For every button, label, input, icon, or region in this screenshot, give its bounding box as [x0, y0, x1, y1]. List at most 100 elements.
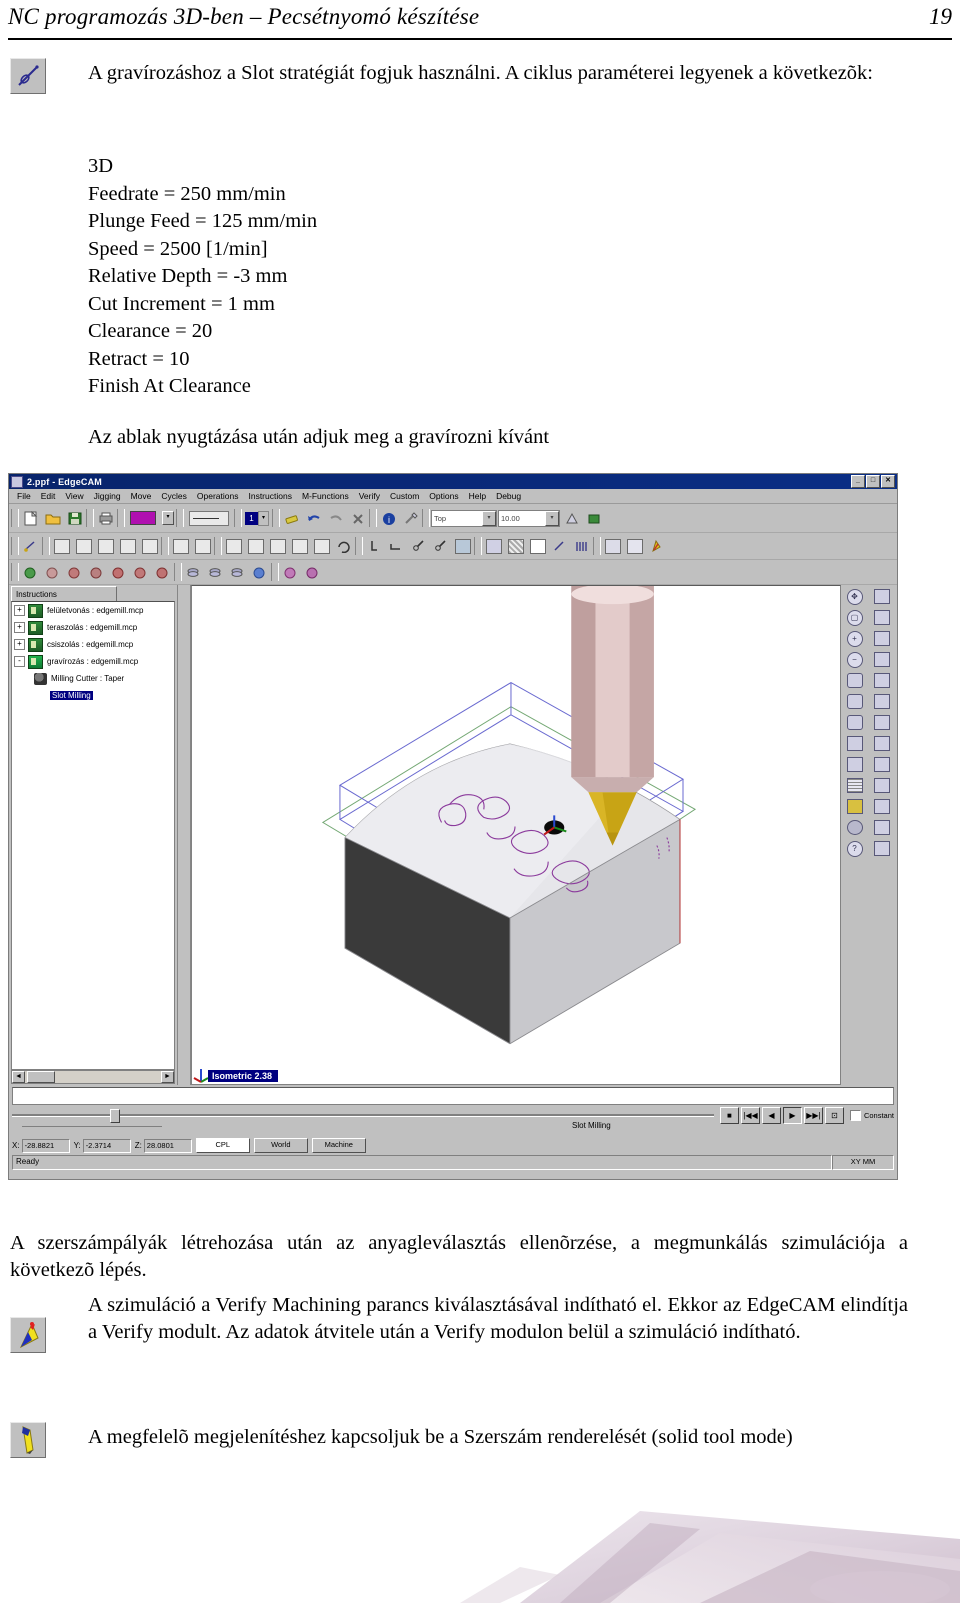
left-view-toolbar[interactable] [178, 585, 191, 1085]
undo-icon[interactable] [303, 507, 324, 529]
tool-show-icon[interactable] [871, 818, 892, 837]
new-file-icon[interactable] [20, 507, 41, 529]
tree-row-operation-1[interactable]: + felületvonás : edgemill.mcp [12, 602, 174, 619]
menu-item-file[interactable]: File [12, 491, 36, 501]
finish-3d-icon[interactable] [192, 535, 213, 557]
layer-visibility-icon[interactable] [871, 713, 892, 732]
tree-row-operation-2[interactable]: + teraszolás : edgemill.mcp [12, 619, 174, 636]
layer-color-swatch[interactable] [126, 507, 160, 529]
depth-combo[interactable]: 10.00 ▾ [498, 509, 560, 527]
pocket-cycle-icon[interactable] [95, 535, 116, 557]
machine-button[interactable]: Machine [311, 1138, 366, 1153]
simulation-slider[interactable] [12, 1108, 714, 1123]
surface-shade-icon[interactable] [86, 561, 107, 583]
open-file-icon[interactable] [42, 507, 63, 529]
step-back-button[interactable]: ◀ [761, 1106, 781, 1124]
tree-horizontal-scrollbar[interactable]: ◄ ► [11, 1070, 175, 1084]
constant-checkbox[interactable]: Constant [849, 1109, 894, 1121]
unblank-entity-icon[interactable] [871, 776, 892, 795]
playback-controls[interactable]: ■ |◀◀ ◀ ▶ ▶▶| ⊡ [719, 1106, 844, 1124]
iso-view-icon[interactable] [871, 650, 892, 669]
checkbox-box[interactable] [849, 1109, 861, 1121]
refresh-view-icon[interactable] [871, 839, 892, 858]
index-icon[interactable] [364, 535, 385, 557]
y-coordinate[interactable]: Y: -2.3714 [74, 1138, 131, 1153]
boundary-icon[interactable] [527, 535, 548, 557]
rotate-icon[interactable] [844, 692, 865, 711]
x-coordinate[interactable]: X: -28.8821 [12, 1138, 70, 1153]
stack-view-icon-2[interactable] [205, 561, 226, 583]
toolpath-sim-icon[interactable] [267, 535, 288, 557]
post-process-icon[interactable] [624, 535, 645, 557]
toolpath-verify-icon[interactable] [245, 535, 266, 557]
expander-icon[interactable]: + [14, 639, 25, 650]
hidden-line-icon[interactable] [64, 561, 85, 583]
chevron-down-icon[interactable]: ▾ [545, 510, 559, 526]
slot-cycle-icon[interactable] [117, 535, 138, 557]
menu-item-jigging[interactable]: Jigging [89, 491, 126, 501]
z-coordinate[interactable]: Z: 28.0801 [135, 1138, 192, 1153]
menu-item-debug[interactable]: Debug [491, 491, 526, 501]
fixture-icon[interactable] [505, 535, 526, 557]
light-source-icon[interactable] [844, 755, 865, 774]
move-icon[interactable] [386, 535, 407, 557]
machine-setup-icon[interactable] [602, 535, 623, 557]
instructions-panel[interactable]: Instructions + felületvonás : edgemill.m… [9, 585, 178, 1085]
chevron-down-icon[interactable]: ▾ [482, 510, 496, 526]
scroll-right-button[interactable]: ► [161, 1071, 174, 1083]
menu-item-cycles[interactable]: Cycles [156, 491, 192, 501]
minimize-button[interactable]: _ [851, 475, 865, 488]
stock-icon[interactable] [483, 535, 504, 557]
tree-row-tool[interactable]: Milling Cutter : Taper [12, 670, 174, 687]
edgecam-application-window[interactable]: 2.ppf - EdgeCAM _ □ ✕ File Edit View Jig… [8, 473, 898, 1180]
cpl-view-icon[interactable] [871, 671, 892, 690]
world-button[interactable]: World [253, 1138, 308, 1153]
main-toolbar[interactable]: ▾ 1 ▾ i Top ▾ 10.00 ▾ [9, 504, 897, 533]
dynamic-view-icon[interactable] [844, 713, 865, 732]
layer-dropdown-arrow[interactable]: ▾ [161, 507, 175, 529]
menu-item-help[interactable]: Help [464, 491, 491, 501]
coolant-icon[interactable] [452, 535, 473, 557]
layer-number-field[interactable]: 1 ▾ [243, 507, 271, 529]
pick-icon[interactable] [549, 535, 570, 557]
simulation-control-row[interactable]: ■ |◀◀ ◀ ▶ ▶▶| ⊡ Constant [12, 1106, 894, 1124]
tab-instructions[interactable]: Instructions [11, 586, 117, 601]
profiling-cycle-icon[interactable] [73, 535, 94, 557]
expander-icon[interactable]: + [14, 605, 25, 616]
fast-forward-button[interactable]: ▶▶| [803, 1106, 823, 1124]
toolpath-edit-icon[interactable] [223, 535, 244, 557]
stock-display-icon[interactable] [844, 797, 865, 816]
top-view-icon[interactable] [871, 587, 892, 606]
rough-3d-icon[interactable] [170, 535, 191, 557]
tool-display-icon[interactable] [302, 561, 323, 583]
linetype-selector[interactable] [185, 507, 233, 529]
zoom-in-icon[interactable]: + [844, 629, 865, 648]
view-toolbar-column-1[interactable]: ✥ ▢ + − ? [841, 587, 868, 1085]
instructions-tree[interactable]: + felületvonás : edgemill.mcp + teraszol… [11, 601, 175, 1070]
zoom-all-icon[interactable]: ✥ [844, 587, 865, 606]
toolpath-list-icon[interactable] [311, 535, 332, 557]
info-icon[interactable]: i [378, 507, 399, 529]
stop-button[interactable]: ■ [719, 1106, 739, 1124]
zlevel-icon[interactable] [583, 507, 604, 529]
front-view-icon[interactable] [871, 608, 892, 627]
shade-toggle-icon[interactable] [844, 734, 865, 753]
drill-cycle-icon[interactable] [139, 535, 160, 557]
tree-row-cycle[interactable]: Slot Milling [12, 687, 174, 704]
maximize-button[interactable]: □ [866, 475, 880, 488]
coordinate-status-bar[interactable]: X: -28.8821 Y: -2.3714 Z: 28.0801 CPL Wo… [12, 1138, 894, 1153]
operations-toolbar[interactable] [9, 533, 897, 560]
expander-icon[interactable]: + [14, 622, 25, 633]
globe-icon[interactable] [249, 561, 270, 583]
cpl-button[interactable]: CPL [195, 1138, 250, 1153]
end-button[interactable]: ⊡ [824, 1106, 844, 1124]
menu-item-operations[interactable]: Operations [192, 491, 244, 501]
tool-change-icon[interactable] [408, 535, 429, 557]
rewind-button[interactable]: |◀◀ [740, 1106, 760, 1124]
render-light-icon[interactable] [152, 561, 173, 583]
layers-icon[interactable] [571, 535, 592, 557]
menu-item-custom[interactable]: Custom [385, 491, 424, 501]
shade-model-icon[interactable] [20, 561, 41, 583]
eraser-icon[interactable] [281, 507, 302, 529]
help-context-icon[interactable]: ? [844, 839, 865, 858]
